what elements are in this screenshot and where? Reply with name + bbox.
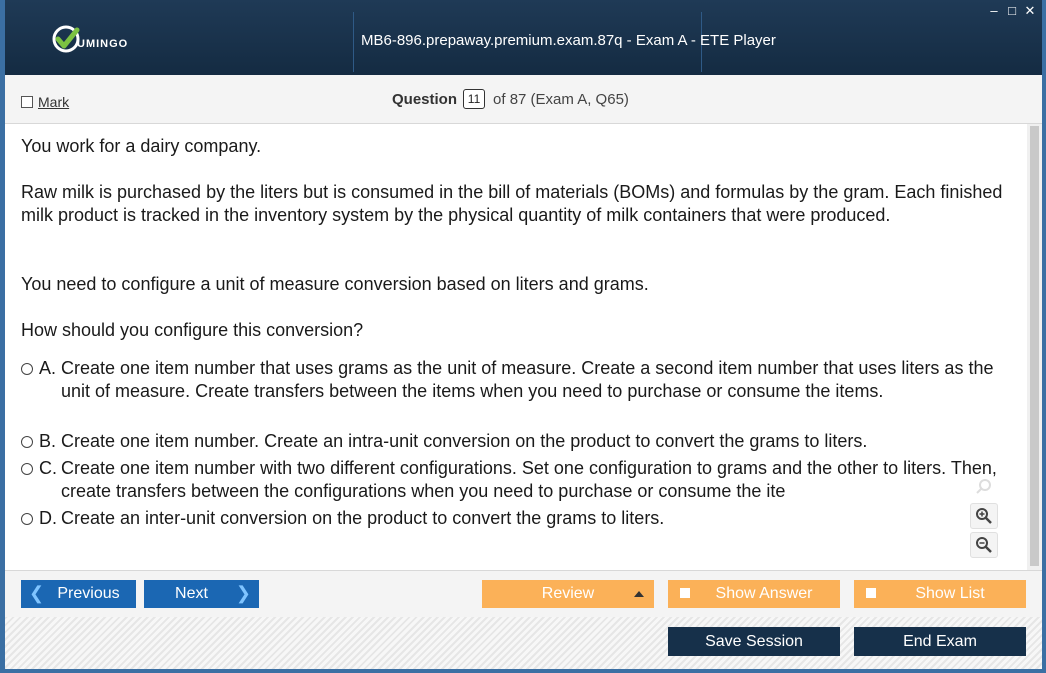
scrollbar-thumb[interactable] bbox=[1030, 126, 1039, 566]
show-list-button[interactable]: Show List bbox=[854, 580, 1026, 608]
review-label: Review bbox=[541, 585, 595, 602]
option-letter: D. bbox=[39, 508, 57, 528]
end-exam-button[interactable]: End Exam bbox=[854, 627, 1026, 656]
radio-button[interactable] bbox=[21, 363, 33, 375]
mark-checkbox[interactable]: Mark bbox=[21, 94, 69, 110]
show-list-label: Show List bbox=[915, 585, 985, 602]
option-text: Create an inter-unit conversion on the p… bbox=[61, 508, 665, 528]
answer-option-d[interactable]: D. Create an inter-unit conversion on th… bbox=[21, 507, 1011, 530]
option-letter: A. bbox=[39, 358, 57, 378]
window-controls: – □ ✕ bbox=[988, 4, 1036, 18]
option-text: Create one item number that uses grams a… bbox=[61, 358, 994, 401]
action-area: Save Session End Exam bbox=[5, 617, 1042, 669]
previous-button[interactable]: ❮ Previous bbox=[21, 580, 136, 608]
option-text: Create one item number. Create an intra-… bbox=[61, 431, 868, 451]
save-session-button[interactable]: Save Session bbox=[668, 627, 840, 656]
show-answer-label: Show Answer bbox=[715, 585, 813, 602]
answer-option-b[interactable]: B. Create one item number. Create an int… bbox=[21, 430, 1011, 453]
answer-option-c[interactable]: C. Create one item number with two diffe… bbox=[21, 457, 1011, 503]
logo-text: UMINGO bbox=[77, 38, 129, 50]
checkbox-icon[interactable] bbox=[866, 588, 876, 598]
window-frame-right bbox=[1042, 0, 1046, 673]
vertical-scrollbar[interactable] bbox=[1027, 124, 1042, 570]
window-frame-bottom bbox=[0, 669, 1046, 673]
title-bar: UMINGO MB6-896.prepaway.premium.exam.87q… bbox=[5, 0, 1042, 75]
chevron-right-icon: ❯ bbox=[235, 583, 251, 603]
question-header: Mark Question 11 of 87 (Exam A, Q65) bbox=[5, 75, 1042, 124]
end-exam-label: End Exam bbox=[903, 632, 977, 650]
checkbox-icon[interactable] bbox=[21, 96, 33, 108]
checkbox-icon[interactable] bbox=[680, 588, 690, 598]
question-paragraph: Raw milk is purchased by the liters but … bbox=[21, 182, 1003, 225]
option-letter: B. bbox=[39, 431, 57, 451]
question-content: You work for a dairy company. Raw milk i… bbox=[5, 124, 1027, 570]
show-answer-button[interactable]: Show Answer bbox=[668, 580, 840, 608]
option-letter: C. bbox=[39, 458, 57, 478]
app-logo: UMINGO bbox=[51, 24, 128, 54]
zoom-out-icon[interactable] bbox=[970, 532, 998, 558]
navigation-bar: ❮ Previous Next ❯ Review Show Answer Sho… bbox=[5, 570, 1042, 618]
radio-button[interactable] bbox=[21, 463, 33, 475]
chevron-left-icon: ❮ bbox=[29, 583, 45, 603]
minimize-button[interactable]: – bbox=[988, 4, 1000, 18]
mark-label: Mark bbox=[38, 94, 70, 110]
previous-label: Previous bbox=[57, 585, 120, 602]
title-divider bbox=[353, 12, 354, 72]
save-session-label: Save Session bbox=[705, 632, 803, 650]
caret-up-icon bbox=[634, 591, 644, 597]
zoom-in-icon[interactable] bbox=[970, 503, 998, 529]
question-label: Question bbox=[392, 90, 458, 108]
radio-button[interactable] bbox=[21, 513, 33, 525]
question-indicator: Question 11 of 87 (Exam A, Q65) bbox=[392, 89, 629, 109]
window-title: MB6-896.prepaway.premium.exam.87q - Exam… bbox=[361, 32, 776, 49]
review-button[interactable]: Review bbox=[482, 580, 654, 608]
option-text: Create one item number with two differen… bbox=[61, 458, 997, 501]
search-icon[interactable] bbox=[970, 474, 998, 500]
radio-button[interactable] bbox=[21, 436, 33, 448]
question-number-input[interactable]: 11 bbox=[463, 89, 486, 109]
zoom-tools bbox=[970, 474, 998, 558]
answer-option-a[interactable]: A. Create one item number that uses gram… bbox=[21, 357, 1011, 403]
next-button[interactable]: Next ❯ bbox=[144, 580, 259, 608]
question-paragraph: You need to configure a unit of measure … bbox=[21, 274, 649, 294]
question-paragraph: How should you configure this conversion… bbox=[21, 320, 364, 340]
question-count: of 87 (Exam A, Q65) bbox=[493, 90, 629, 108]
maximize-button[interactable]: □ bbox=[1006, 4, 1018, 18]
question-paragraph: You work for a dairy company. bbox=[21, 136, 262, 156]
close-button[interactable]: ✕ bbox=[1024, 4, 1036, 18]
next-label: Next bbox=[175, 585, 208, 602]
